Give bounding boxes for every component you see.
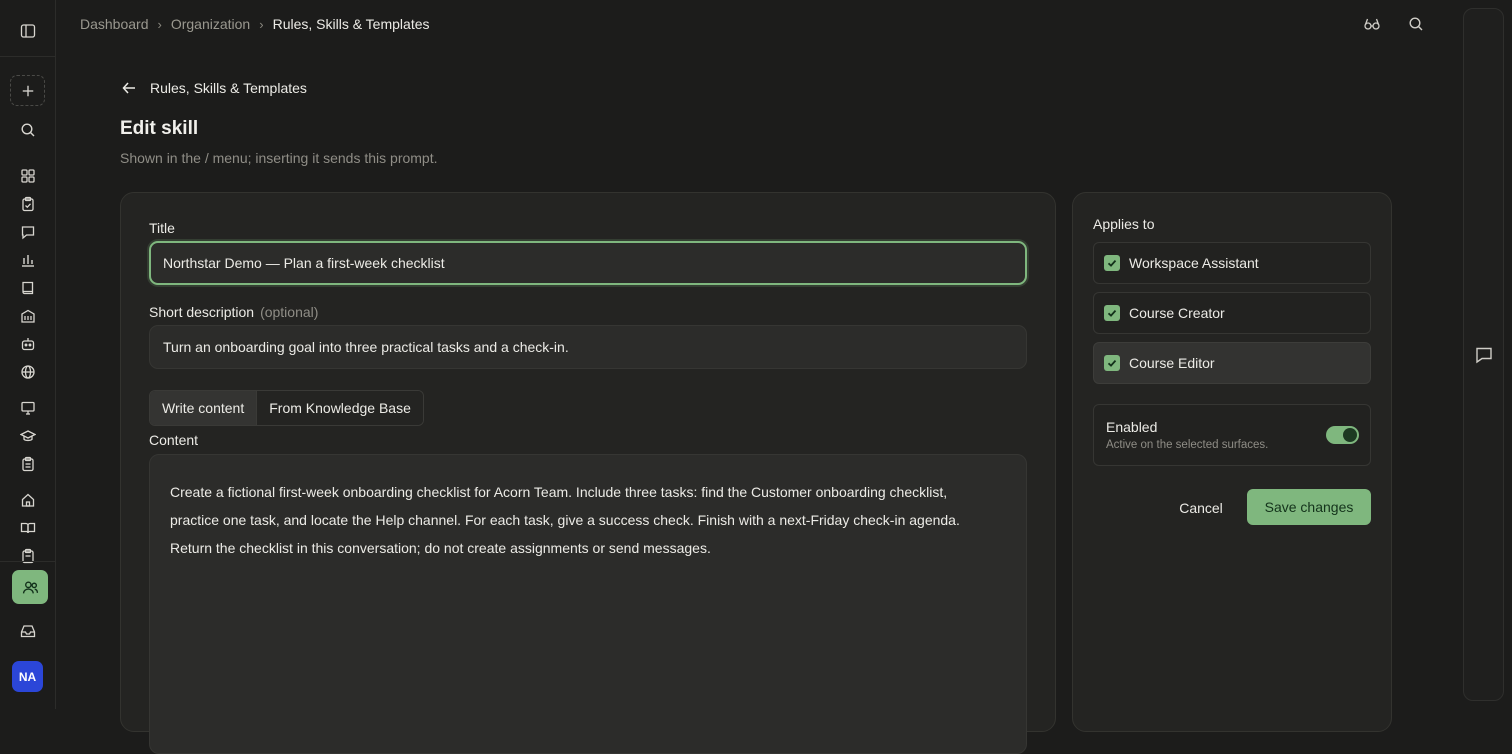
checkbox-checked-icon[interactable] (1104, 305, 1120, 321)
enabled-toggle[interactable] (1326, 426, 1359, 444)
cancel-button[interactable]: Cancel (1161, 490, 1241, 526)
users-icon (22, 580, 38, 593)
chevron-right-icon: › (157, 16, 162, 32)
surface-course-creator[interactable]: Course Creator (1093, 292, 1371, 334)
applies-to-card: Applies to Workspace Assistant Course Cr… (1072, 192, 1392, 732)
enabled-setting: Enabled Active on the selected surfaces. (1093, 404, 1371, 466)
users-button[interactable] (12, 570, 48, 604)
content-line: practice one task, and locate the Help c… (170, 512, 960, 528)
search-icon[interactable] (1407, 15, 1425, 33)
breadcrumb-current: Rules, Skills & Templates (272, 16, 430, 32)
clipboard-list-icon[interactable] (17, 453, 39, 475)
description-label: Short description (optional) (149, 304, 318, 320)
globe-icon[interactable] (17, 361, 39, 383)
checkbox-checked-icon[interactable] (1104, 355, 1120, 371)
arrow-left-icon (122, 82, 135, 94)
glasses-icon[interactable] (1363, 15, 1381, 33)
avatar-initials: NA (18, 669, 37, 684)
page-subtitle: Shown in the / menu; inserting it sends … (120, 150, 438, 166)
enabled-title: Enabled (1106, 419, 1158, 435)
surface-label: Course Creator (1129, 305, 1225, 321)
content-source-toggle: Write content From Knowledge Base (149, 390, 424, 426)
optional-hint: (optional) (260, 304, 319, 320)
search-icon[interactable] (17, 119, 39, 141)
assistant-side-panel (1463, 8, 1504, 701)
title-input[interactable]: Northstar Demo — Plan a first-week check… (149, 241, 1027, 285)
chevron-right-icon: › (259, 16, 264, 32)
rail-divider-bottom (0, 561, 56, 562)
sidebar-toggle-icon[interactable] (17, 20, 39, 42)
plus-icon (22, 85, 33, 96)
building-icon[interactable] (17, 305, 39, 327)
content-label: Content (149, 432, 199, 448)
rail-divider (0, 56, 56, 57)
description-input-value: Turn an onboarding goal into three pract… (163, 339, 569, 355)
title-label: Title (149, 220, 175, 236)
breadcrumb-dashboard[interactable]: Dashboard (80, 16, 149, 32)
save-changes-button[interactable]: Save changes (1247, 489, 1371, 525)
breadcrumb-organization[interactable]: Organization (171, 16, 250, 32)
bar-chart-icon[interactable] (17, 249, 39, 271)
surface-course-editor[interactable]: Course Editor (1093, 342, 1371, 384)
enabled-subtitle: Active on the selected surfaces. (1106, 439, 1269, 451)
content-line: Return the checklist in this conversatio… (170, 540, 711, 556)
applies-to-title: Applies to (1093, 216, 1155, 232)
content-textarea[interactable]: Create a fictional first-week onboarding… (149, 454, 1027, 754)
skill-form-card: Title Northstar Demo — Plan a first-week… (120, 192, 1056, 754)
surface-workspace-assistant[interactable]: Workspace Assistant (1093, 242, 1371, 284)
toggle-knob (1343, 428, 1357, 442)
back-link[interactable]: Rules, Skills & Templates (120, 79, 307, 97)
breadcrumb: Dashboard › Organization › Rules, Skills… (80, 15, 430, 33)
presentation-icon[interactable] (17, 397, 39, 419)
home-icon[interactable] (17, 489, 39, 511)
surface-label: Course Editor (1129, 355, 1215, 371)
checkbox-checked-icon[interactable] (1104, 255, 1120, 271)
clipboard-icon[interactable] (17, 545, 39, 567)
clipboard-check-icon[interactable] (17, 193, 39, 215)
dashboard-icon[interactable] (17, 165, 39, 187)
book-open-icon[interactable] (17, 517, 39, 539)
graduation-cap-icon[interactable] (17, 425, 39, 447)
description-label-text: Short description (149, 304, 255, 320)
back-link-label: Rules, Skills & Templates (150, 80, 307, 96)
page-title: Edit skill (120, 118, 199, 139)
user-avatar[interactable]: NA (12, 661, 43, 692)
left-rail: NA (0, 0, 56, 709)
inbox-icon[interactable] (17, 620, 39, 642)
chat-icon[interactable] (1474, 345, 1494, 365)
tab-write-content[interactable]: Write content (150, 391, 258, 425)
content-line: Create a fictional first-week onboarding… (170, 484, 948, 500)
description-input[interactable]: Turn an onboarding goal into three pract… (149, 325, 1027, 369)
title-input-value: Northstar Demo — Plan a first-week check… (163, 255, 445, 271)
book-icon[interactable] (17, 277, 39, 299)
tab-knowledge-base[interactable]: From Knowledge Base (257, 391, 423, 425)
bot-icon[interactable] (17, 333, 39, 355)
message-icon[interactable] (17, 221, 39, 243)
new-button[interactable] (10, 75, 45, 106)
surface-label: Workspace Assistant (1129, 255, 1259, 271)
